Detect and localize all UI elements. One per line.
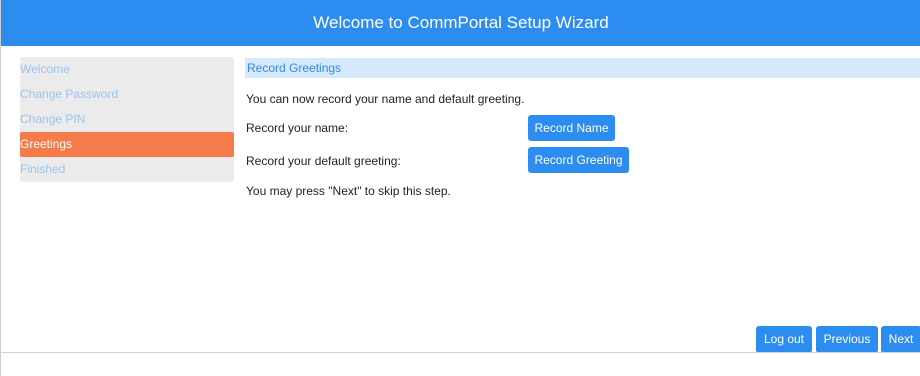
previous-button[interactable]: Previous xyxy=(816,326,878,353)
sidebar-item-label: Change PIN xyxy=(20,112,86,126)
sidebar-item-label: Welcome xyxy=(20,62,70,76)
record-greeting-button[interactable]: Record Greeting xyxy=(528,147,629,173)
wizard-steps-sidebar: Welcome Change Password Change PIN Greet… xyxy=(20,57,234,182)
record-name-label: Record your name: xyxy=(246,121,349,135)
footer-divider xyxy=(1,352,920,353)
record-name-button[interactable]: Record Name xyxy=(528,115,615,141)
skip-note: You may press "Next" to skip this step. xyxy=(246,184,451,198)
section-heading: Record Greetings xyxy=(245,58,920,78)
sidebar-item-change-pin[interactable]: Change PIN xyxy=(20,107,234,132)
sidebar-item-label: Greetings xyxy=(20,137,73,151)
logout-button[interactable]: Log out xyxy=(756,326,812,353)
wizard-window: Welcome to CommPortal Setup Wizard Welco… xyxy=(0,0,920,376)
sidebar-item-label: Finished xyxy=(20,162,66,176)
sidebar-item-finished[interactable]: Finished xyxy=(20,157,234,182)
sidebar-item-greetings[interactable]: Greetings xyxy=(20,132,234,157)
intro-text: You can now record your name and default… xyxy=(246,92,525,106)
sidebar-item-welcome[interactable]: Welcome xyxy=(20,57,234,82)
sidebar-item-change-password[interactable]: Change Password xyxy=(20,82,234,107)
record-greeting-label: Record your default greeting: xyxy=(246,154,401,168)
next-button[interactable]: Next xyxy=(881,326,920,353)
page-title: Welcome to CommPortal Setup Wizard xyxy=(1,0,920,46)
sidebar-item-label: Change Password xyxy=(20,87,119,101)
